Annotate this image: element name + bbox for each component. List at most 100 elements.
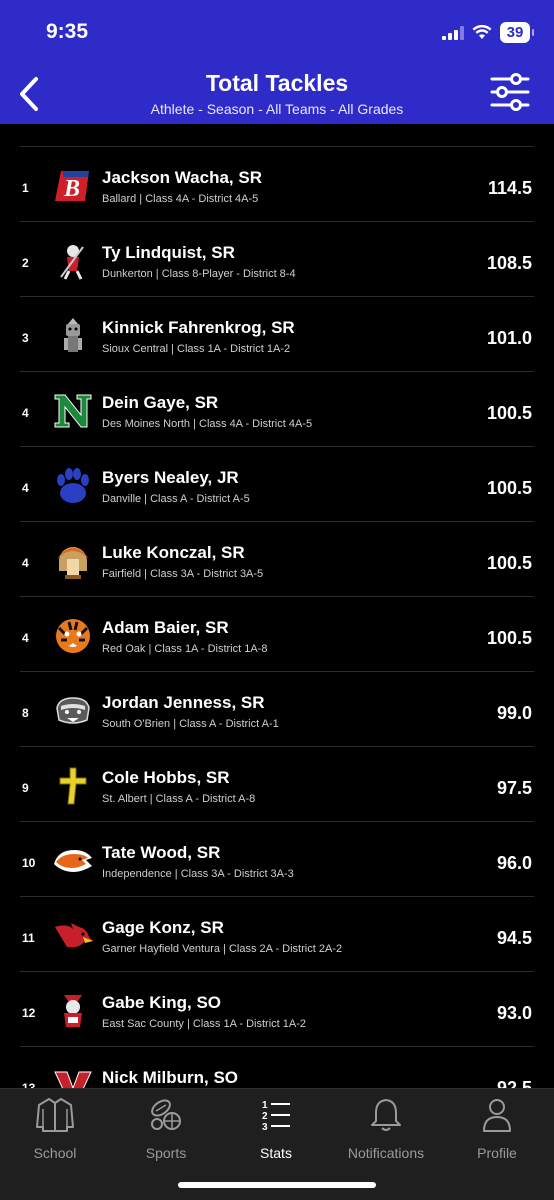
stat-value: 94.5	[496, 928, 532, 948]
stat-value: 100.5	[486, 403, 532, 423]
svg-text:3: 3	[262, 1122, 268, 1133]
athlete-meta: Ballard | Class 4A - District 4A-5	[102, 193, 259, 205]
svg-text:B: B	[63, 176, 80, 202]
st-albert-logo	[52, 765, 94, 807]
south-obrien-logo	[52, 690, 94, 732]
list-item[interactable]: 12 Gabe King, SO East Sac County | Class…	[0, 972, 554, 1047]
athlete-name: Gage Konz, SR	[102, 918, 224, 937]
header-bar: 9:35 39 Total Tackles Athlete - Season -…	[0, 0, 554, 124]
list-item[interactable]: 13 Nick Milburn, SO 92.5	[0, 1047, 554, 1088]
athlete-name: Tate Wood, SR	[102, 843, 221, 862]
rank-label: 13	[22, 1081, 36, 1088]
tab-label: School	[33, 1145, 77, 1161]
athlete-name: Dein Gaye, SR	[102, 393, 219, 412]
rank-label: 4	[22, 556, 29, 570]
athlete-name: Ty Lindquist, SR	[102, 243, 235, 262]
athlete-meta: Danville | Class A - District A-5	[102, 493, 250, 505]
status-time: 9:35	[46, 20, 89, 43]
tab-label: Notifications	[347, 1145, 425, 1161]
athlete-name: Luke Konczal, SR	[102, 543, 245, 562]
ranked-list-icon: 123	[226, 1097, 326, 1133]
stat-value: 96.0	[496, 853, 532, 873]
list-item[interactable]: 4 Byers Nealey, JR Danville | Class A - …	[0, 447, 554, 522]
athlete-meta: Dunkerton | Class 8-Player - District 8-…	[102, 268, 296, 280]
rank-label: 1	[22, 181, 29, 195]
tab-notifications[interactable]: Notifications	[336, 1097, 436, 1161]
list-item[interactable]: 10 Tate Wood, SR Independence | Class 3A…	[0, 822, 554, 897]
rank-label: 10	[22, 856, 36, 870]
home-indicator[interactable]	[178, 1182, 376, 1188]
stat-value: 114.5	[487, 178, 532, 198]
athlete-name: Adam Baier, SR	[102, 618, 229, 637]
athlete-meta: St. Albert | Class A - District A-8	[102, 793, 256, 805]
list-item[interactable]: 4 Adam Baier, SR Red Oak | Class 1A - Di…	[0, 597, 554, 672]
athlete-name: Byers Nealey, JR	[102, 468, 239, 487]
fairfield-logo	[52, 540, 94, 582]
des-moines-north-logo	[52, 390, 94, 432]
stat-value: 92.5	[496, 1078, 532, 1088]
east-sac-county-logo	[52, 990, 94, 1032]
athlete-name: Jordan Jenness, SR	[102, 693, 265, 712]
svg-text:1: 1	[262, 1100, 268, 1111]
rank-label: 8	[22, 706, 29, 720]
bell-icon	[336, 1097, 436, 1133]
stat-value: 97.5	[496, 778, 532, 798]
page-subtitle: Athlete - Season - All Teams - All Grade…	[150, 101, 404, 117]
tab-label: Stats	[260, 1145, 292, 1161]
stat-value: 99.0	[496, 703, 532, 723]
rank-label: 4	[22, 406, 29, 420]
athlete-meta: East Sac County | Class 1A - District 1A…	[102, 1018, 306, 1030]
list-item[interactable]: 3 Kinnick Fahrenkrog, SR Sioux Central |…	[0, 297, 554, 372]
athlete-name: Kinnick Fahrenkrog, SR	[102, 318, 295, 337]
page-title: Total Tackles	[205, 70, 349, 96]
status-bar: 9:35 39	[0, 0, 554, 64]
rank-label: 2	[22, 256, 29, 270]
sports-balls-icon	[116, 1097, 216, 1133]
list-item[interactable]: 4 Luke Konczal, SR Fairfield | Class 3A …	[0, 522, 554, 597]
list-item[interactable]: 2 Ty Lindquist, SR Dunkerton | Class 8-P…	[0, 222, 554, 297]
tab-profile[interactable]: Profile	[447, 1097, 547, 1161]
svg-text:2: 2	[262, 1111, 268, 1122]
tab-school[interactable]: School	[5, 1097, 105, 1161]
red-oak-logo	[52, 615, 94, 657]
tab-label: Sports	[145, 1145, 187, 1161]
wifi-icon	[472, 25, 492, 39]
rank-label: 9	[22, 781, 29, 795]
rank-label: 3	[22, 331, 29, 345]
list-item[interactable]: 9 Cole Hobbs, SR St. Albert | Class A - …	[0, 747, 554, 822]
filter-button[interactable]	[488, 72, 532, 112]
tab-sports[interactable]: Sports	[116, 1097, 216, 1161]
sioux-central-logo	[52, 315, 94, 357]
sliders-icon	[490, 73, 530, 111]
athlete-meta: Independence | Class 3A - District 3A-3	[102, 868, 294, 880]
rank-label: 4	[22, 631, 29, 645]
person-icon	[447, 1097, 547, 1133]
athlete-meta: Des Moines North | Class 4A - District 4…	[102, 418, 313, 430]
list-item[interactable]: 11 Gage Konz, SR Garner Hayfield Ventura…	[0, 897, 554, 972]
battery-indicator: 39	[500, 22, 534, 43]
rank-label: 4	[22, 481, 29, 495]
list-item[interactable]: 1 B Jackson Wacha, SR Ballard | Class 4A…	[0, 147, 554, 222]
athlete-meta: Garner Hayfield Ventura | Class 2A - Dis…	[102, 943, 343, 955]
leaderboard-list[interactable]: 1 B Jackson Wacha, SR Ballard | Class 4A…	[0, 124, 554, 1088]
athlete-name: Gabe King, SO	[102, 993, 222, 1012]
stat-value: 108.5	[486, 253, 532, 273]
athlete-name: Nick Milburn, SO	[102, 1068, 239, 1087]
signal-icon	[442, 25, 464, 40]
tab-stats[interactable]: 123 Stats	[226, 1097, 326, 1161]
list-item[interactable]: 4 Dein Gaye, SR Des Moines North | Class…	[0, 372, 554, 447]
ghv-logo	[52, 915, 94, 957]
danville-logo	[52, 465, 94, 507]
athlete-meta: Sioux Central | Class 1A - District 1A-2	[102, 343, 291, 355]
ballard-logo: B	[52, 165, 94, 207]
status-icons: 39	[442, 22, 534, 43]
athlete-name: Cole Hobbs, SR	[102, 768, 230, 787]
list-item[interactable]: 8 Jordan Jenness, SR South O'Brien | Cla…	[0, 672, 554, 747]
rank-label: 11	[22, 931, 35, 945]
team-logo	[52, 1065, 94, 1088]
stat-value: 100.5	[486, 478, 532, 498]
stat-value: 101.0	[486, 328, 532, 348]
stat-value: 100.5	[486, 553, 532, 573]
independence-logo	[52, 840, 94, 882]
stat-value: 100.5	[486, 628, 532, 648]
